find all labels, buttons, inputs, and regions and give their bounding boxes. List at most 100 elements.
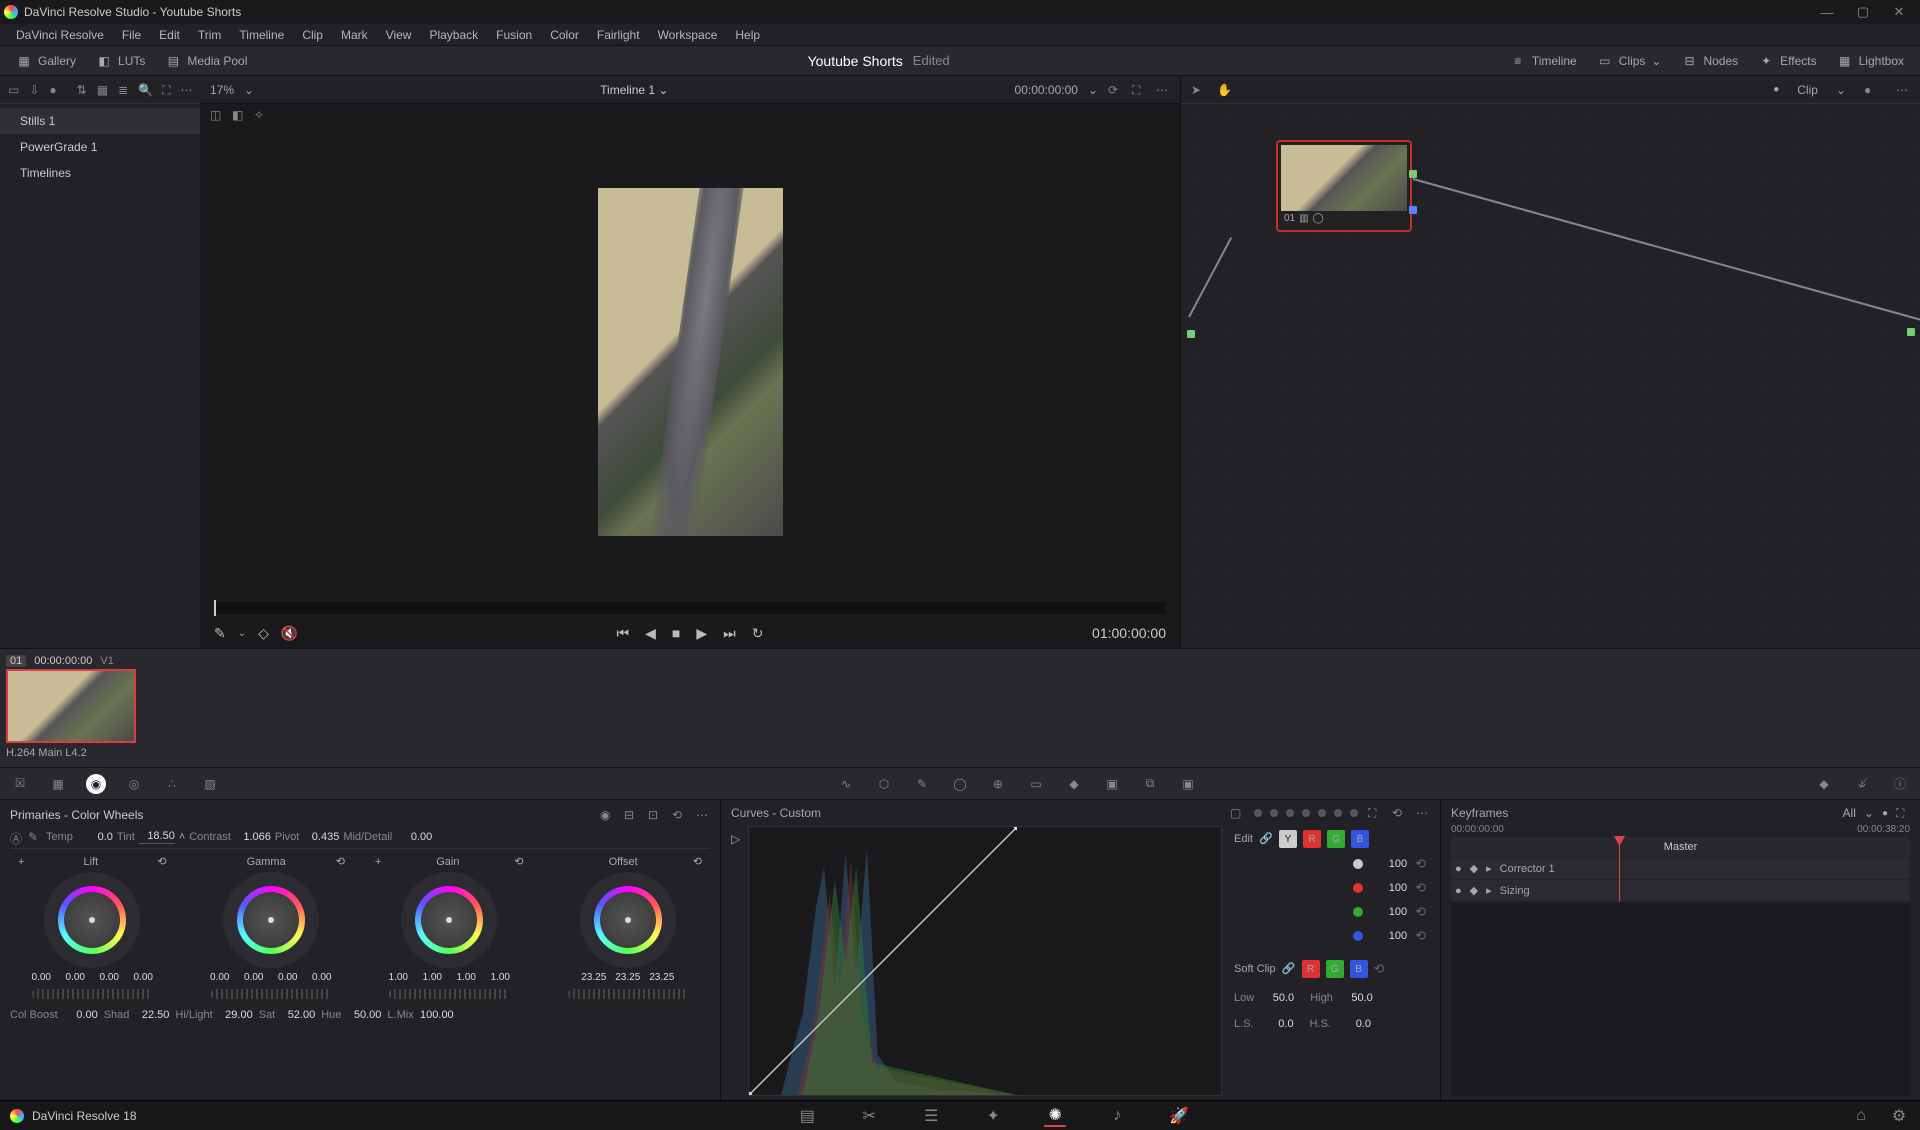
stills-album-stills1[interactable]: Stills 1 (0, 108, 200, 134)
qualifier-icon[interactable]: ✎ (912, 774, 932, 794)
gain-v3[interactable]: 1.00 (485, 972, 515, 983)
node-input-dot[interactable] (1187, 330, 1195, 338)
node-mode-chevron-icon[interactable]: ⌄ (1836, 83, 1846, 97)
tint-value[interactable]: 18.50 (139, 830, 175, 844)
menu-fusion[interactable]: Fusion (488, 26, 540, 44)
lightbox-toggle[interactable]: ▦Lightbox (1829, 49, 1912, 73)
project-settings-icon[interactable]: ⚙ (1888, 1105, 1910, 1127)
sc-reset-icon[interactable]: ⟲ (1374, 961, 1385, 977)
expand-icon[interactable]: ⛶ (162, 83, 170, 97)
magic-mask-icon[interactable]: ▭ (1026, 774, 1046, 794)
luts-toggle[interactable]: ◧LUTs (88, 49, 153, 73)
curve-mode-dot[interactable] (1270, 809, 1278, 817)
channel-g-button[interactable]: G (1327, 830, 1345, 848)
kf-row-sizing[interactable]: Sizing (1500, 885, 1530, 897)
contrast-value[interactable]: 1.066 (235, 831, 271, 843)
highlight-icon[interactable]: ✧ (254, 108, 268, 122)
offset-reset-icon[interactable]: ⟲ (693, 855, 702, 868)
tracking-icon[interactable]: ⊕ (988, 774, 1008, 794)
curve-mode-dot[interactable] (1254, 809, 1262, 817)
gain-jog[interactable] (389, 989, 509, 999)
kf-diamond-icon[interactable]: ◆ (1470, 862, 1478, 875)
lift-wheel[interactable] (44, 872, 140, 968)
link-icon[interactable]: 🔗 (1259, 832, 1273, 846)
node-graph[interactable]: 01▥◯ (1181, 104, 1920, 648)
menu-trim[interactable]: Trim (190, 26, 230, 44)
lift-v0[interactable]: 0.00 (26, 972, 56, 983)
hilight-value[interactable]: 29.00 (217, 1009, 253, 1021)
gallery-dot-icon[interactable]: ● (49, 83, 56, 97)
gain-reset-icon[interactable]: ⟲ (514, 855, 523, 868)
channel-b-button[interactable]: B (1351, 830, 1369, 848)
hand-icon[interactable]: ✋ (1217, 83, 1231, 97)
curves-expand-icon[interactable]: ⛶ (1368, 806, 1382, 820)
scopes-icon[interactable]: ⫝̸ (1852, 774, 1872, 794)
lift-v2[interactable]: 0.00 (94, 972, 124, 983)
stills-album-timelines[interactable]: Timelines (0, 160, 200, 186)
curve-white-point-icon[interactable]: ▷ (731, 832, 740, 846)
curves-reset-icon[interactable]: ⟲ (1392, 806, 1406, 820)
bypass-icon[interactable]: ⟳ (1108, 83, 1122, 97)
tint-up-icon[interactable]: ˄ (179, 831, 185, 843)
sc-b-button[interactable]: B (1350, 960, 1368, 978)
kf-dot-icon[interactable]: ● (1882, 808, 1888, 819)
wheel-mode-icon[interactable]: ◉ (600, 808, 614, 822)
menu-edit[interactable]: Edit (151, 26, 188, 44)
zoom-chevron-icon[interactable]: ⌄ (244, 83, 254, 97)
image-wipe-icon[interactable]: ◫ (210, 108, 224, 122)
sat-value[interactable]: 52.00 (279, 1009, 315, 1021)
menu-help[interactable]: Help (727, 26, 768, 44)
offset-v1[interactable]: 23.25 (613, 972, 643, 983)
offset-v0[interactable]: 23.25 (579, 972, 609, 983)
more-icon[interactable]: ⋯ (181, 83, 193, 97)
step-back-button[interactable]: ◀ (645, 625, 656, 642)
menu-view[interactable]: View (378, 26, 420, 44)
gain-v0[interactable]: 1.00 (383, 972, 413, 983)
middetail-value[interactable]: 0.00 (396, 831, 432, 843)
kf-diamond-icon[interactable]: ◆ (1470, 884, 1478, 897)
curve-mode-dot[interactable] (1286, 809, 1294, 817)
sc-ls-value[interactable]: 0.0 (1258, 1018, 1294, 1030)
intensity-y-reset-icon[interactable]: ⟲ (1415, 856, 1426, 872)
key-icon[interactable]: ▣ (1102, 774, 1122, 794)
pivot-value[interactable]: 0.435 (303, 831, 339, 843)
offset-wheel[interactable] (580, 872, 676, 968)
lift-reset-icon[interactable]: ⟲ (157, 855, 166, 868)
kf-chevron-right-icon[interactable]: ▸ (1486, 884, 1492, 897)
home-icon[interactable]: ⌂ (1850, 1105, 1872, 1127)
gamma-jog[interactable] (211, 989, 331, 999)
viewer-tc[interactable]: 00:00:00:00 (1015, 83, 1078, 97)
gallery-toggle[interactable]: ▦Gallery (8, 49, 84, 73)
intensity-g-reset-icon[interactable]: ⟲ (1415, 904, 1426, 920)
gamma-v2[interactable]: 0.00 (273, 972, 303, 983)
maximize-button[interactable]: ▢ (1846, 2, 1880, 22)
keyframes-all-label[interactable]: All (1843, 806, 1856, 820)
log-mode-icon[interactable]: ⊡ (648, 808, 662, 822)
intensity-r-value[interactable]: 100 (1371, 882, 1407, 894)
menu-davinci[interactable]: DaVinci Resolve (8, 26, 112, 44)
curve-graph[interactable] (748, 826, 1222, 1096)
menu-mark[interactable]: Mark (333, 26, 376, 44)
intensity-r-reset-icon[interactable]: ⟲ (1415, 880, 1426, 896)
gain-plus-icon[interactable]: + (375, 856, 381, 868)
kf-lock-icon[interactable]: ● (1455, 863, 1462, 875)
media-page-icon[interactable]: ▤ (796, 1105, 818, 1127)
viewer-image[interactable] (598, 188, 783, 536)
sc-high-value[interactable]: 50.0 (1337, 992, 1373, 1004)
curve-mode-dot[interactable] (1318, 809, 1326, 817)
split-icon[interactable]: ◧ (232, 108, 246, 122)
picker-chevron-icon[interactable]: ⌄ (238, 628, 246, 639)
cut-page-icon[interactable]: ✂ (858, 1105, 880, 1127)
gamma-v1[interactable]: 0.00 (239, 972, 269, 983)
color-warper-icon[interactable]: ⬡ (874, 774, 894, 794)
play-button[interactable]: ▶ (696, 625, 707, 642)
kf-playhead[interactable] (1619, 837, 1620, 902)
node-output-dot[interactable] (1907, 328, 1915, 336)
kf-row-corrector[interactable]: Corrector 1 (1500, 863, 1555, 875)
timeline-toggle[interactable]: ≡Timeline (1502, 49, 1585, 73)
curve-mode-dot[interactable] (1302, 809, 1310, 817)
intensity-b-value[interactable]: 100 (1371, 930, 1407, 942)
lift-jog[interactable] (32, 989, 152, 999)
curves-more-icon[interactable]: ⋯ (1416, 806, 1430, 820)
curves-icon[interactable]: ∿ (836, 774, 856, 794)
